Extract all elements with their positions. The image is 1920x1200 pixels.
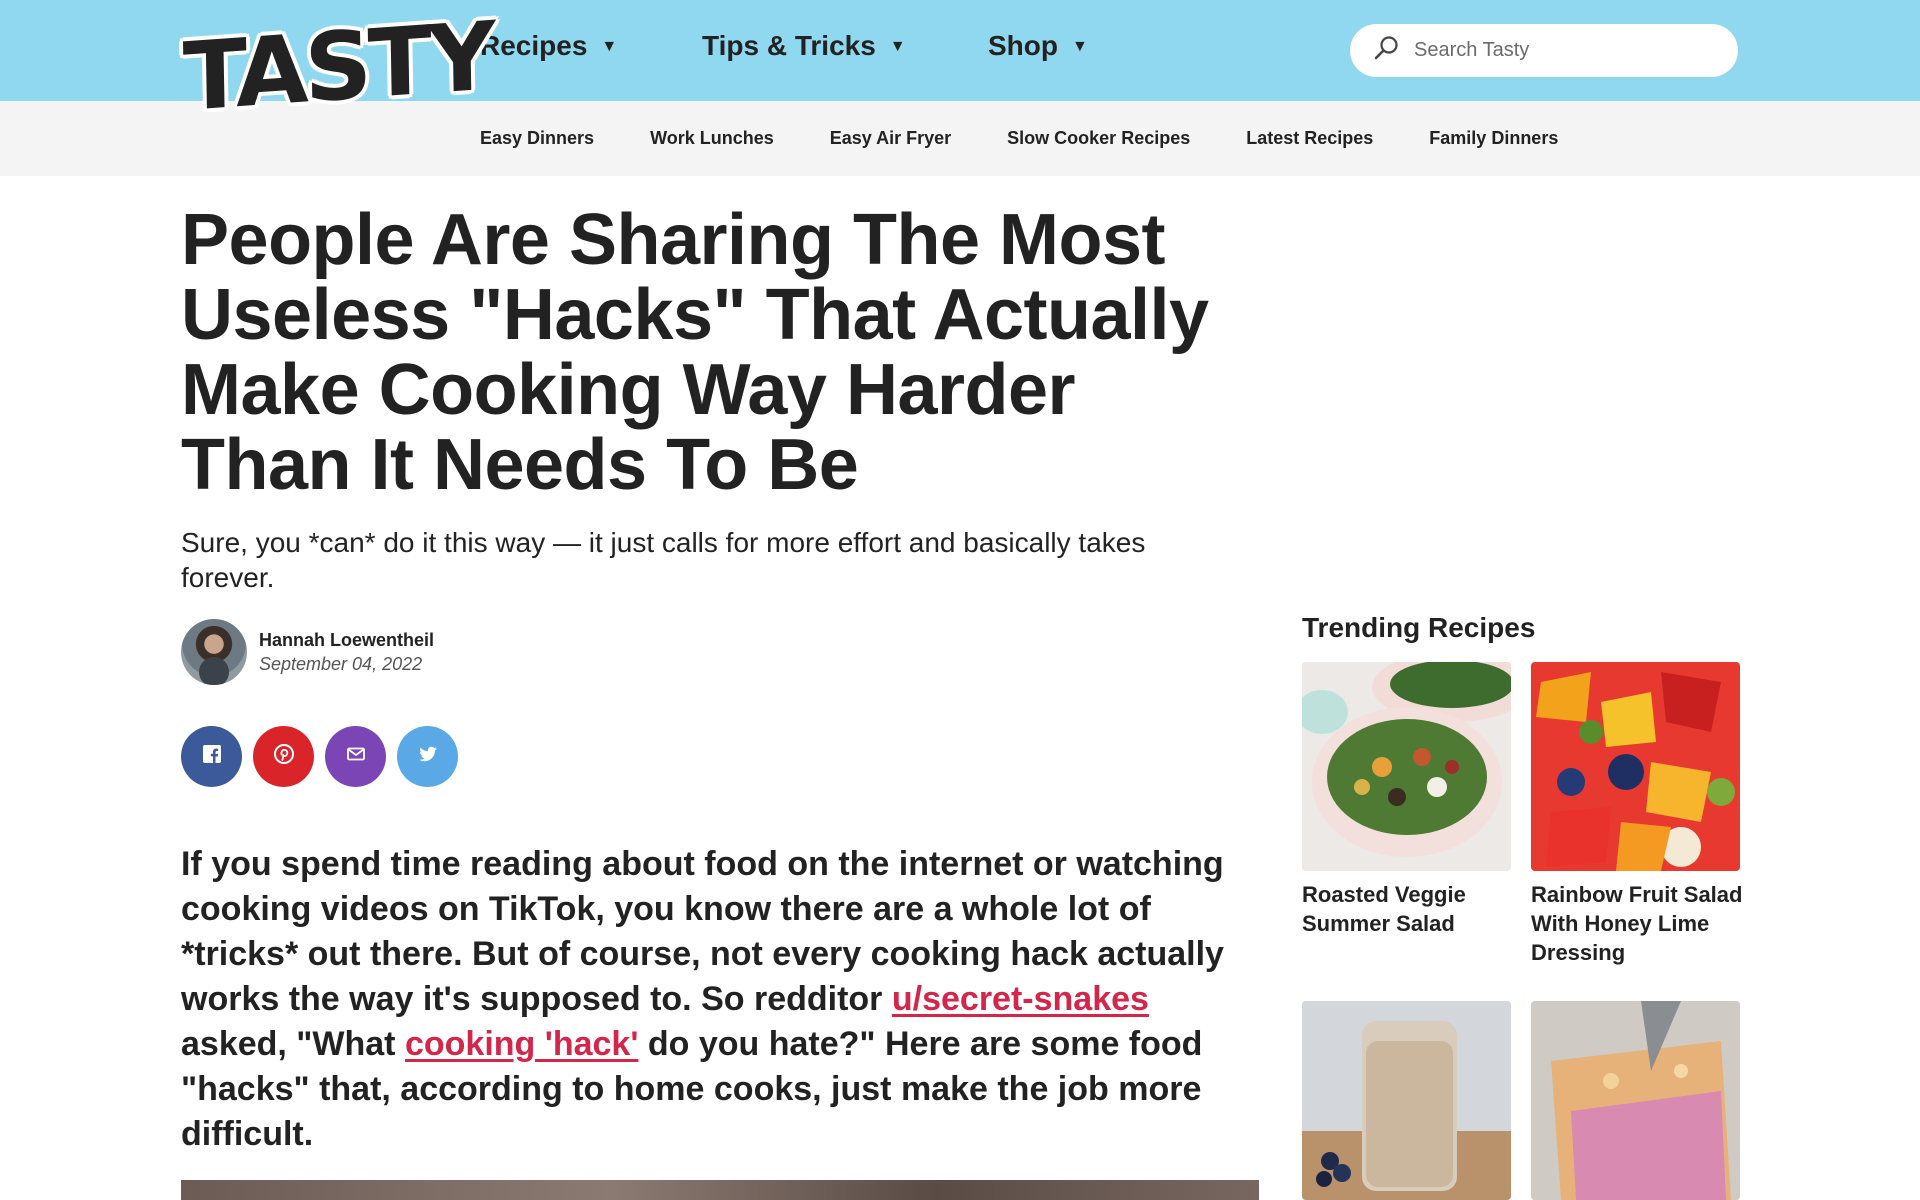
chevron-down-icon: ▼ bbox=[1072, 38, 1088, 55]
recipe-title-roasted-veggie-salad[interactable]: Roasted Veggie Summer Salad bbox=[1302, 880, 1522, 938]
dessert-slice-illustration bbox=[1531, 1001, 1740, 1200]
share-facebook-button[interactable] bbox=[181, 726, 242, 787]
nav-tips-and-tricks[interactable]: Tips & Tricks ▼ bbox=[702, 30, 922, 62]
search-input[interactable] bbox=[1414, 39, 1714, 62]
tasty-logo[interactable]: TASTY bbox=[178, 2, 493, 152]
article-hero-image bbox=[181, 1180, 1259, 1200]
fruit-salad-illustration bbox=[1531, 662, 1740, 871]
facebook-icon bbox=[200, 742, 224, 771]
logo-text: TASTY bbox=[182, 2, 493, 134]
nav-recipes[interactable]: Recipes ▼ bbox=[480, 30, 640, 62]
article-dek: Sure, you *can* do it this way — it just… bbox=[181, 527, 1146, 593]
article-intro-paragraph: If you spend time reading about food on … bbox=[181, 842, 1261, 1157]
share-email-button[interactable] bbox=[325, 726, 386, 787]
publish-date: September 04, 2022 bbox=[259, 654, 423, 674]
chevron-down-icon: ▼ bbox=[889, 38, 906, 55]
search-box[interactable] bbox=[1350, 24, 1738, 77]
recipe-image-roasted-veggie-salad[interactable] bbox=[1302, 662, 1511, 871]
recipe-image-smoothie-jar[interactable] bbox=[1302, 1001, 1511, 1200]
sub-nav-easy-air-fryer[interactable]: Easy Air Fryer bbox=[830, 128, 951, 149]
sub-nav-family-dinners[interactable]: Family Dinners bbox=[1429, 128, 1558, 149]
trending-recipes-heading: Trending Recipes bbox=[1302, 612, 1536, 643]
nav-recipes-label: Recipes bbox=[480, 30, 588, 61]
nav-shop[interactable]: Shop ▼ bbox=[988, 30, 1108, 62]
share-pinterest-button[interactable] bbox=[253, 726, 314, 787]
byline: Hannah Loewentheil September 04, 2022 bbox=[181, 619, 434, 685]
recipe-image-rainbow-fruit-salad[interactable] bbox=[1531, 662, 1740, 871]
author-name[interactable]: Hannah Loewentheil bbox=[259, 628, 434, 652]
sub-nav-easy-dinners[interactable]: Easy Dinners bbox=[480, 128, 594, 149]
recipe-title-rainbow-fruit-salad[interactable]: Rainbow Fruit Salad With Honey Lime Dres… bbox=[1531, 880, 1751, 967]
share-twitter-button[interactable] bbox=[397, 726, 458, 787]
pinterest-icon bbox=[272, 742, 296, 771]
recipe-image-dessert-slice[interactable] bbox=[1531, 1001, 1740, 1200]
twitter-icon bbox=[416, 742, 440, 771]
email-icon bbox=[344, 742, 368, 771]
sub-nav-links: Easy Dinners Work Lunches Easy Air Fryer… bbox=[480, 128, 1614, 149]
sub-nav-slow-cooker-recipes[interactable]: Slow Cooker Recipes bbox=[1007, 128, 1190, 149]
nav-tips-label: Tips & Tricks bbox=[702, 30, 876, 61]
salad-bowl-illustration bbox=[1302, 662, 1511, 871]
chevron-down-icon: ▼ bbox=[601, 38, 618, 55]
byline-text: Hannah Loewentheil September 04, 2022 bbox=[259, 628, 434, 676]
redditor-link[interactable]: u/secret-snakes bbox=[892, 980, 1149, 1018]
intro-text-2: asked, "What bbox=[181, 1025, 405, 1063]
sub-nav-work-lunches[interactable]: Work Lunches bbox=[650, 128, 774, 149]
author-avatar[interactable] bbox=[181, 619, 247, 685]
search-icon[interactable] bbox=[1372, 34, 1400, 67]
article-headline: People Are Sharing The Most Useless "Hac… bbox=[181, 200, 1209, 505]
smoothie-jar-illustration bbox=[1302, 1001, 1511, 1200]
nav-shop-label: Shop bbox=[988, 30, 1058, 61]
share-buttons bbox=[181, 726, 458, 787]
reddit-thread-link[interactable]: cooking 'hack' bbox=[405, 1025, 638, 1063]
sub-nav-latest-recipes[interactable]: Latest Recipes bbox=[1246, 128, 1373, 149]
